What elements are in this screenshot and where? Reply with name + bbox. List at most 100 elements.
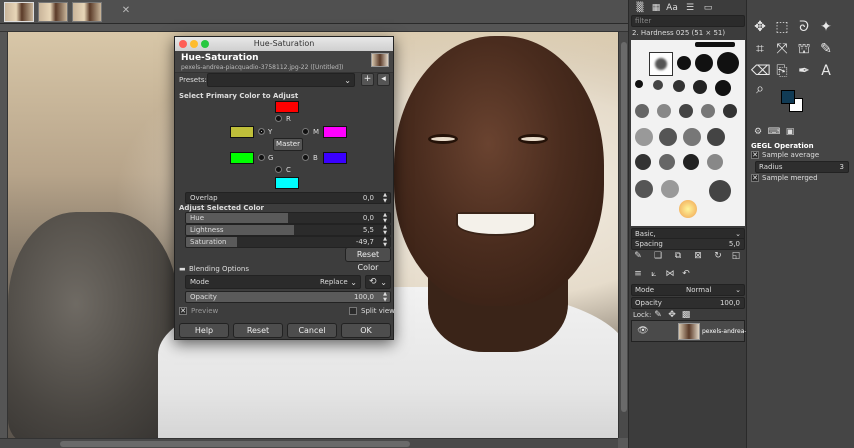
swatch-blue[interactable] <box>323 152 347 164</box>
clone-tool-icon[interactable]: ⎘ <box>773 62 791 80</box>
fuzzy-select-tool-icon[interactable]: ✦ <box>817 18 835 36</box>
new-brush-icon[interactable]: ❑ <box>651 250 665 262</box>
crop-tool-icon[interactable]: ⌗ <box>751 40 769 58</box>
preview-checkbox[interactable]: ✕ <box>179 307 187 315</box>
layer-opacity-slider[interactable]: Opacity 100,0 <box>631 297 745 309</box>
brush-item <box>659 154 675 170</box>
channels-tab-icon[interactable]: ⟀ <box>647 268 661 280</box>
swatch-yellow[interactable] <box>230 126 254 138</box>
vertical-scrollbar[interactable] <box>618 32 628 438</box>
text-tool-icon[interactable]: A <box>817 62 835 80</box>
horizontal-scroll-thumb[interactable] <box>60 441 410 447</box>
paths-tab-icon[interactable]: ⋈ <box>663 268 677 280</box>
cancel-button[interactable]: Cancel <box>287 323 337 338</box>
mode-value: Replace <box>320 278 348 286</box>
path-tool-icon[interactable]: ✒ <box>795 62 813 80</box>
foreground-color-swatch[interactable] <box>781 90 795 104</box>
navigate-icon[interactable] <box>618 438 628 448</box>
radio-blue-label: B <box>313 154 318 162</box>
brush-grid[interactable] <box>631 40 745 226</box>
swatch-cyan[interactable] <box>275 177 299 189</box>
radio-blue[interactable] <box>302 154 309 161</box>
close-window-icon[interactable] <box>179 40 187 48</box>
layer-mode-combo[interactable]: Mode Normal ⌄ <box>631 284 745 296</box>
eraser-tool-icon[interactable]: ⌫ <box>751 62 771 80</box>
presets-combo[interactable]: ⌄ <box>207 73 355 87</box>
swatch-red[interactable] <box>275 101 299 113</box>
document-tab-icon[interactable]: ☰ <box>683 2 697 14</box>
close-tab-icon[interactable]: ✕ <box>120 5 132 17</box>
spin-arrows-icon[interactable]: ▲ ▼ <box>383 213 387 223</box>
refresh-brush-icon[interactable]: ↻ <box>711 250 725 262</box>
radio-magenta-label: M <box>313 128 320 136</box>
move-tool-icon[interactable]: ✥ <box>751 18 769 36</box>
paintbrush-tool-icon[interactable]: ✎ <box>817 40 835 58</box>
minimize-window-icon[interactable] <box>190 40 198 48</box>
image-tab-1[interactable] <box>4 2 34 22</box>
swatch-magenta[interactable] <box>323 126 347 138</box>
layer-row[interactable]: 👁 pexels-andrea-p <box>631 320 750 342</box>
add-preset-icon[interactable]: + <box>361 73 374 86</box>
zoom-tool-icon[interactable]: ⌕ <box>751 80 769 98</box>
visibility-eye-icon[interactable]: 👁 <box>636 325 650 337</box>
delete-brush-icon[interactable]: ⊠ <box>691 250 705 262</box>
layers-tab-icon[interactable]: ≡ <box>631 268 645 280</box>
reset-button[interactable]: Reset <box>233 323 283 338</box>
vertical-ruler <box>0 32 8 440</box>
overlap-slider[interactable]: Overlap 0,0 ▲ ▼ <box>185 192 391 204</box>
vertical-scroll-thumb[interactable] <box>621 42 627 412</box>
master-button[interactable]: Master <box>273 138 303 151</box>
photo-eye-right <box>518 134 548 144</box>
spin-arrows-icon[interactable]: ▲ ▼ <box>383 225 387 235</box>
radio-yellow[interactable] <box>258 128 265 135</box>
image-tab-3[interactable] <box>72 2 102 22</box>
brush-tab-icon[interactable]: ▒ <box>633 2 647 14</box>
radio-red[interactable] <box>275 115 282 122</box>
bucket-fill-tool-icon[interactable]: ⛫ <box>795 40 813 58</box>
swap-icon: ⟲ <box>369 277 377 287</box>
tool-options-tab-icon[interactable]: ⚙ <box>751 126 765 138</box>
sample-merged-label: Sample merged <box>762 174 818 182</box>
mode-combo[interactable]: Mode Replace ⌄ <box>185 275 361 289</box>
hue-slider[interactable]: Hue 0,0 ▲ ▼ <box>185 212 391 224</box>
lasso-tool-icon[interactable]: ᘐ <box>795 18 813 36</box>
undo-history-tab-icon[interactable]: ↶ <box>679 268 693 280</box>
sample-average-checkbox[interactable]: ✕ <box>751 151 759 159</box>
preset-menu-icon[interactable]: ◂ <box>377 73 390 86</box>
image-tab-2[interactable] <box>38 2 68 22</box>
font-tab-icon[interactable]: Aa <box>665 2 679 14</box>
radio-red-label: R <box>286 115 291 123</box>
help-button[interactable]: Help <box>179 323 229 338</box>
sample-merged-checkbox[interactable]: ✕ <box>751 174 759 182</box>
device-status-tab-icon[interactable]: ⌨ <box>767 126 781 138</box>
duplicate-brush-icon[interactable]: ⧉ <box>671 250 685 262</box>
spacing-slider[interactable]: Spacing 5,0 <box>631 238 745 250</box>
radio-magenta[interactable] <box>302 128 309 135</box>
gradient-tab-icon[interactable]: ▭ <box>701 2 715 14</box>
spin-arrows-icon[interactable]: ▲ ▼ <box>383 193 387 203</box>
edit-brush-icon[interactable]: ✎ <box>631 250 645 262</box>
zoom-window-icon[interactable] <box>201 40 209 48</box>
rect-select-tool-icon[interactable]: ⬚ <box>773 18 791 36</box>
transform-tool-icon[interactable]: ⤧ <box>773 40 791 58</box>
pattern-tab-icon[interactable]: ▦ <box>649 2 663 14</box>
horizontal-scrollbar[interactable] <box>0 438 628 448</box>
ok-button[interactable]: OK <box>341 323 391 338</box>
reset-color-button[interactable]: Reset Color <box>345 247 391 272</box>
brush-filter-input[interactable]: filter <box>631 15 745 27</box>
radio-cyan[interactable] <box>275 166 282 173</box>
brush-to-tag-icon[interactable]: ◱ <box>729 250 743 262</box>
split-view-checkbox[interactable] <box>349 307 357 315</box>
composite-mode-combo[interactable]: ⟲ ⌄ <box>365 275 391 289</box>
brush-item <box>673 80 685 92</box>
lightness-slider[interactable]: Lightness 5,5 ▲ ▼ <box>185 224 391 236</box>
spin-arrows-icon[interactable]: ▲ ▼ <box>383 292 387 302</box>
chevron-down-icon: ⌄ <box>735 286 741 294</box>
images-tab-icon[interactable]: ▣ <box>783 126 797 138</box>
tool-options-title: GEGL Operation <box>751 142 814 150</box>
opacity-slider[interactable]: Opacity 100,0 ▲ ▼ <box>185 291 391 303</box>
radio-green[interactable] <box>258 154 265 161</box>
blending-collapse-icon[interactable]: ▬ <box>179 265 186 273</box>
radius-slider[interactable]: Radius 3 <box>755 161 849 173</box>
swatch-green[interactable] <box>230 152 254 164</box>
